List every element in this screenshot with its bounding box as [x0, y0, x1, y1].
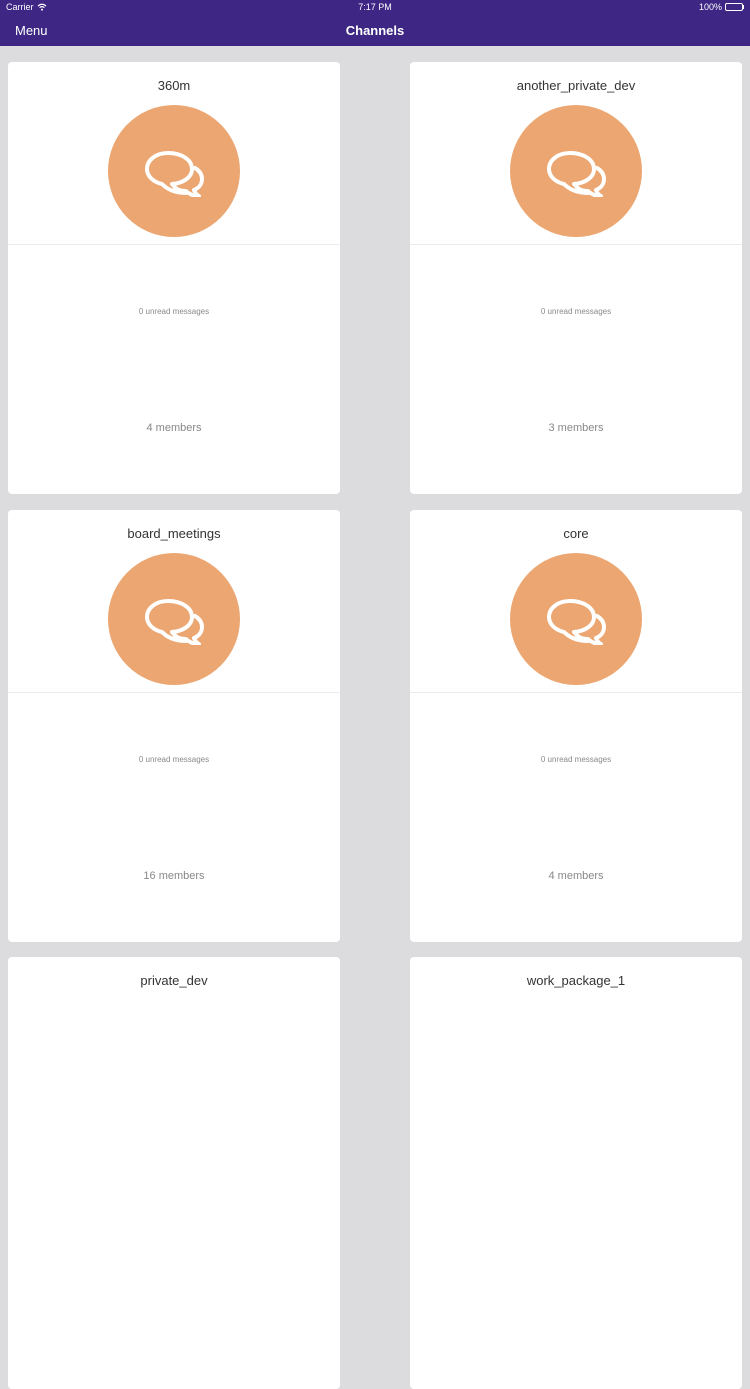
channel-avatar	[510, 553, 642, 685]
member-count: 16 members	[143, 870, 205, 882]
page-title: Channels	[345, 23, 405, 38]
channel-avatar	[108, 553, 240, 685]
chat-bubbles-icon	[145, 151, 204, 197]
battery-indicator: 100%	[699, 2, 744, 12]
chat-bubbles-icon	[547, 151, 606, 197]
channel-card[interactable]: another_private_dev 0 unread messages 3 …	[410, 62, 742, 494]
member-count: 4 members	[146, 422, 202, 434]
unread-count: 0 unread messages	[540, 755, 612, 764]
card-divider	[8, 244, 340, 245]
status-bar: Carrier 7:17 PM 100%	[0, 0, 750, 16]
battery-percent: 100%	[698, 2, 722, 12]
channel-card[interactable]: 360m 0 unread messages 4 members	[8, 62, 340, 494]
unread-count: 0 unread messages	[138, 307, 210, 316]
channel-name: core	[563, 526, 589, 541]
unread-count: 0 unread messages	[138, 755, 210, 764]
channel-name: board_meetings	[127, 526, 221, 541]
status-time: 7:17 PM	[358, 2, 392, 12]
member-count: 3 members	[548, 422, 604, 434]
channel-card[interactable]: board_meetings 0 unread messages 16 memb…	[8, 510, 340, 942]
channel-name: 360m	[157, 78, 191, 93]
channel-name: work_package_1	[526, 973, 626, 988]
channel-avatar	[510, 105, 642, 237]
card-divider	[410, 692, 742, 693]
card-divider	[8, 692, 340, 693]
unread-count: 0 unread messages	[540, 307, 612, 316]
nav-bar: Menu Channels	[0, 16, 750, 46]
channel-card[interactable]: private_dev	[8, 957, 340, 1389]
chat-bubbles-icon	[547, 599, 606, 645]
channel-avatar	[108, 105, 240, 237]
channel-card[interactable]: core 0 unread messages 4 members	[410, 510, 742, 942]
battery-icon	[725, 3, 744, 11]
channel-card[interactable]: work_package_1	[410, 957, 742, 1389]
card-divider	[410, 244, 742, 245]
member-count: 4 members	[548, 870, 604, 882]
channel-name: private_dev	[140, 973, 208, 988]
chat-bubbles-icon	[145, 599, 204, 645]
channel-name: another_private_dev	[516, 78, 636, 93]
